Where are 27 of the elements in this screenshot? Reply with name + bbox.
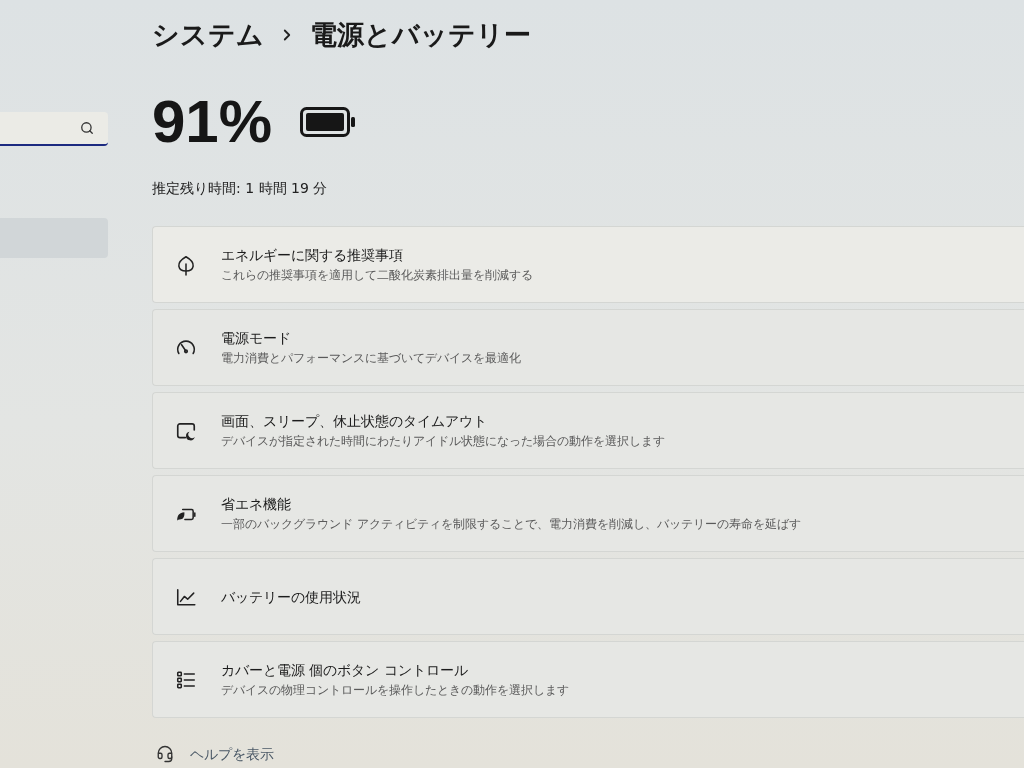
setting-description: これらの推奨事項を適用して二酸化炭素排出量を削減する: [221, 267, 533, 284]
battery-icon: [300, 107, 357, 137]
setting-title: 省エネ機能: [221, 495, 292, 514]
setting-title: カバーと電源 個のボタン コントロール: [221, 661, 469, 680]
remaining-time: 推定残り時間: 1 時間 19 分: [152, 179, 328, 198]
battery-percent: 91%: [152, 89, 273, 155]
leaf-icon: [175, 253, 197, 276]
breadcrumb-link[interactable]: システム: [152, 17, 264, 53]
setting-title: 電源モード: [221, 329, 292, 348]
search-icon: [80, 121, 94, 135]
setting-card[interactable]: 画面、スリープ、休止状態のタイムアウト デバイスが指定された時間にわたりアイドル状態になった場合の動作を選択します: [152, 392, 1024, 469]
setting-title: 画面、スリープ、休止状態のタイムアウト: [221, 412, 488, 431]
setting-title: エネルギーに関する推奨事項: [221, 246, 404, 265]
setting-title: バッテリーの使用状況: [221, 587, 361, 607]
setting-card[interactable]: 省エネ機能 一部のバックグラウンド アクティビティを制限することで、電力消費を削減し、バッテリーの寿命を延ばす: [152, 475, 1024, 552]
search-field[interactable]: [0, 112, 108, 146]
headset-icon: [156, 745, 174, 763]
setting-description: 一部のバックグラウンド アクティビティを制限することで、電力消費を削減し、バッテリーの寿命を延ばす: [221, 516, 801, 533]
setting-description: 電力消費とパフォーマンスに基づいてデバイスを最適化: [221, 350, 521, 367]
setting-card[interactable]: 電源モード 電力消費とパフォーマンスに基づいてデバイスを最適化: [152, 309, 1024, 386]
setting-description: デバイスが指定された時間にわたりアイドル状態になった場合の動作を選択します: [221, 433, 665, 450]
setting-card[interactable]: エネルギーに関する推奨事項 これらの推奨事項を適用して二酸化炭素排出量を削減する: [152, 226, 1024, 303]
setting-card[interactable]: カバーと電源 個のボタン コントロール デバイスの物理コントロールを操作したときの動作を選択します: [152, 641, 1024, 718]
page-title: 電源とバッテリー: [310, 18, 531, 52]
help-link[interactable]: ヘルプを表示: [156, 744, 274, 764]
setting-card[interactable]: バッテリーの使用状況: [152, 558, 1024, 635]
setting-description: デバイスの物理コントロールを操作したときの動作を選択します: [221, 682, 569, 699]
